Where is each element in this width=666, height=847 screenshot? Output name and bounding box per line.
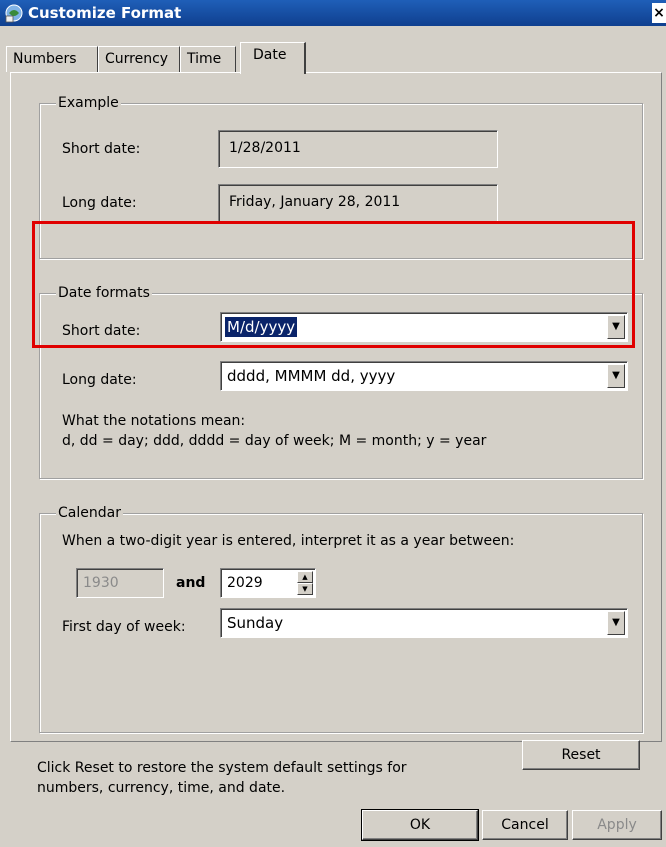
long-date-dropdown-button[interactable]: ▼ — [607, 364, 625, 388]
long-date-value: dddd, MMMM dd, yyyy — [227, 367, 396, 385]
calendar-group-title: Calendar — [56, 504, 123, 522]
short-date-combo[interactable]: M/d/yyyy ▼ — [220, 312, 628, 342]
app-icon — [4, 3, 24, 23]
calendar-group: Calendar When a two-digit year is entere… — [39, 504, 643, 733]
notations-text: d, dd = day; ddd, dddd = day of week; M … — [62, 433, 487, 449]
date-formats-group: Date formats Short date: M/d/yyyy ▼ Long… — [39, 284, 643, 479]
example-long-label: Long date: — [62, 195, 137, 211]
short-date-value: M/d/yyyy — [225, 317, 298, 337]
year-end-spinner[interactable]: 2029 ▲ ▼ — [220, 568, 316, 598]
spin-down-icon[interactable]: ▼ — [297, 583, 313, 595]
date-formats-group-title: Date formats — [56, 284, 152, 302]
ok-button[interactable]: OK — [361, 809, 479, 841]
year-end-spin-buttons: ▲ ▼ — [297, 571, 313, 595]
first-day-label: First day of week: — [62, 619, 186, 635]
long-date-combo[interactable]: dddd, MMMM dd, yyyy ▼ — [220, 361, 628, 391]
short-date-label: Short date: — [62, 323, 141, 339]
title-bar: Customize Format × — [0, 0, 666, 26]
close-button[interactable]: × — [652, 3, 666, 23]
window-title: Customize Format — [28, 4, 182, 22]
dialog-client: Numbers Currency Time Date Example Short… — [0, 26, 666, 847]
year-start-field: 1930 — [76, 568, 164, 598]
and-label: and — [176, 575, 206, 591]
long-date-label: Long date: — [62, 372, 137, 388]
tab-panel-date: Example Short date: 1/28/2011 Long date:… — [10, 72, 662, 796]
first-day-dropdown-button[interactable]: ▼ — [607, 611, 625, 635]
first-day-value: Sunday — [227, 614, 284, 632]
tab-date[interactable]: Date — [240, 42, 306, 74]
reset-button[interactable]: Reset — [522, 740, 640, 770]
cancel-button[interactable]: Cancel — [482, 810, 568, 840]
apply-button: Apply — [572, 810, 662, 840]
two-digit-year-text: When a two-digit year is entered, interp… — [62, 533, 515, 549]
reset-text-line1: Click Reset to restore the system defaul… — [37, 760, 407, 776]
spin-up-icon[interactable]: ▲ — [297, 571, 313, 583]
example-long-value: Friday, January 28, 2011 — [218, 184, 498, 222]
example-group: Example Short date: 1/28/2011 Long date:… — [39, 94, 643, 259]
year-end-value: 2029 — [227, 575, 263, 591]
example-short-value: 1/28/2011 — [218, 130, 498, 168]
tab-numbers[interactable]: Numbers — [6, 46, 98, 72]
reset-text-line2: numbers, currency, time, and date. — [37, 780, 286, 796]
tab-currency[interactable]: Currency — [98, 46, 180, 72]
tab-time[interactable]: Time — [180, 46, 236, 72]
short-date-dropdown-button[interactable]: ▼ — [607, 315, 625, 339]
notations-heading: What the notations mean: — [62, 413, 246, 429]
first-day-combo[interactable]: Sunday ▼ — [220, 608, 628, 638]
example-group-title: Example — [56, 94, 121, 112]
year-start-value: 1930 — [83, 575, 119, 591]
example-short-label: Short date: — [62, 141, 141, 157]
